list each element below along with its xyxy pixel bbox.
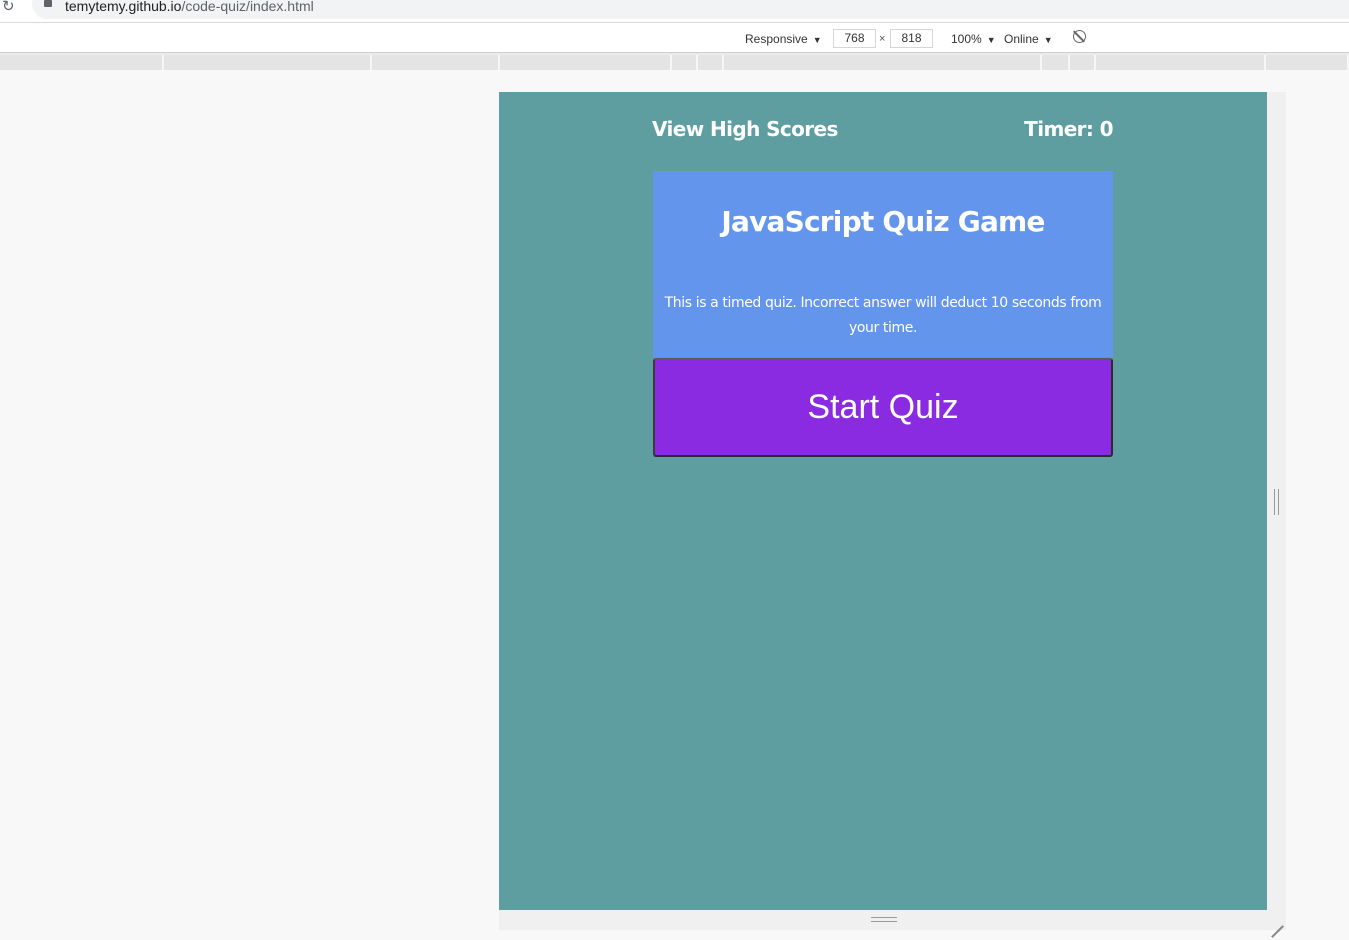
zoom-label: 100%	[951, 32, 982, 46]
zoom-dropdown[interactable]: 100% ▼	[951, 32, 996, 46]
height-input[interactable]: 818	[890, 29, 933, 48]
url-text[interactable]: temytemy.github.io/code-quiz/index.html	[65, 0, 314, 14]
media-query-bar	[0, 53, 1349, 70]
dimension-separator: ×	[879, 33, 886, 45]
media-query-segment[interactable]	[1070, 55, 1096, 70]
timer-display: Timer: 0	[1024, 117, 1113, 141]
device-mode-label: Responsive	[745, 32, 808, 46]
media-query-segment[interactable]	[1096, 55, 1266, 70]
media-query-segment[interactable]	[1042, 55, 1070, 70]
media-query-segment[interactable]	[1266, 55, 1349, 70]
chevron-down-icon: ▼	[812, 35, 822, 45]
throttling-dropdown[interactable]: Online ▼	[1004, 32, 1053, 46]
device-toolbar: Responsive ▼ 768 × 818 100% ▼ Online ▼	[0, 22, 1349, 53]
device-viewport: View High Scores Timer: 0 JavaScript Qui…	[499, 92, 1267, 910]
quiz-description: This is a timed quiz. Incorrect answer w…	[664, 295, 1102, 336]
resize-handle-right[interactable]	[1274, 489, 1279, 515]
media-query-segment[interactable]	[698, 55, 724, 70]
throttling-label: Online	[1004, 32, 1039, 46]
media-query-segment[interactable]	[500, 55, 672, 70]
resize-corner-icon[interactable]	[1270, 913, 1284, 927]
quiz-intro-card: JavaScript Quiz Game This is a timed qui…	[653, 171, 1113, 357]
omnibox[interactable]: temytemy.github.io/code-quiz/index.html	[32, 0, 1349, 19]
view-high-scores-link[interactable]: View High Scores	[652, 117, 838, 141]
device-mode-dropdown[interactable]: Responsive ▼	[745, 32, 822, 46]
media-query-segment[interactable]	[724, 55, 1042, 70]
reload-icon[interactable]: ↻	[2, 0, 15, 15]
chevron-down-icon: ▼	[986, 35, 996, 45]
lock-icon[interactable]	[44, 0, 52, 7]
rotate-icon[interactable]	[1073, 30, 1086, 43]
width-input[interactable]: 768	[833, 29, 876, 48]
chevron-down-icon: ▼	[1043, 35, 1053, 45]
media-query-segment[interactable]	[672, 55, 698, 70]
media-query-segment[interactable]	[164, 55, 372, 70]
media-query-segment[interactable]	[372, 55, 500, 70]
url-host: temytemy.github.io	[65, 0, 182, 14]
media-query-segment[interactable]	[0, 55, 164, 70]
quiz-title: JavaScript Quiz Game	[721, 205, 1045, 238]
start-quiz-button[interactable]: Start Quiz	[653, 358, 1113, 457]
url-path: /code-quiz/index.html	[181, 0, 314, 14]
resize-handle-bottom[interactable]	[871, 917, 897, 922]
browser-address-bar: ↻ temytemy.github.io/code-quiz/index.htm…	[0, 0, 1349, 22]
